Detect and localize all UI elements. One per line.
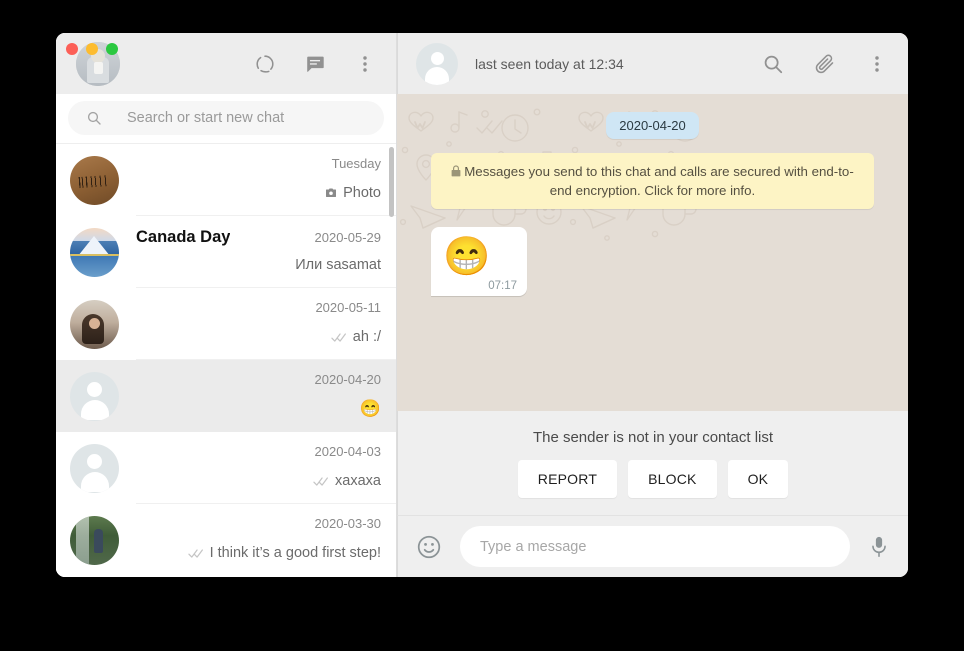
contact-info[interactable]: last seen today at 12:34 bbox=[475, 56, 624, 72]
menu-icon[interactable] bbox=[354, 53, 376, 75]
search-icon[interactable] bbox=[762, 53, 784, 75]
message-row: 😁 07:17 bbox=[431, 227, 874, 296]
chat-preview: ah :/ bbox=[331, 329, 381, 345]
chat-preview-text: Или sasamat bbox=[295, 257, 381, 273]
chat-time: 2020-05-29 bbox=[314, 230, 382, 245]
chat-preview-text: xaxaxa bbox=[335, 473, 381, 489]
message-text: 😁 bbox=[443, 236, 491, 278]
encryption-notice[interactable]: Messages you send to this chat and calls… bbox=[431, 153, 874, 209]
maximize-window-button[interactable] bbox=[106, 43, 118, 55]
double-check-icon bbox=[331, 332, 348, 343]
minimize-window-button[interactable] bbox=[86, 43, 98, 55]
double-check-icon bbox=[313, 476, 330, 487]
avatar bbox=[70, 443, 119, 493]
search-icon bbox=[86, 110, 102, 126]
close-window-button[interactable] bbox=[66, 43, 78, 55]
chat-time: 2020-05-11 bbox=[315, 300, 381, 315]
chat-preview-text: ah :/ bbox=[352, 329, 381, 345]
message-input-wrap[interactable] bbox=[460, 526, 850, 567]
camera-icon bbox=[324, 187, 338, 199]
new-chat-icon[interactable] bbox=[304, 53, 326, 75]
chat-time: 2020-04-20 bbox=[314, 372, 382, 387]
chat-list-item[interactable]: Canada Day 2020-05-29 Или sasamat bbox=[56, 216, 396, 288]
avatar bbox=[70, 371, 119, 421]
attach-icon[interactable] bbox=[814, 53, 836, 75]
ok-button[interactable]: OK bbox=[727, 460, 789, 498]
lock-icon bbox=[451, 165, 461, 177]
chat-preview: 😁 bbox=[360, 399, 381, 419]
unknown-sender-prompt: The sender is not in your contact list R… bbox=[397, 411, 908, 515]
chat-list[interactable]: Tuesday Photo Canada Day 2020-05-29 Или … bbox=[56, 143, 396, 577]
date-divider-wrap: 2020-04-20 bbox=[431, 112, 874, 139]
message-input[interactable] bbox=[478, 537, 832, 556]
chat-preview-text: Photo bbox=[343, 185, 381, 201]
message-time: 07:17 bbox=[488, 280, 517, 292]
avatar bbox=[70, 515, 119, 565]
search-input[interactable] bbox=[125, 109, 384, 127]
whatsapp-window: Tuesday Photo bbox=[56, 33, 908, 577]
conversation-header: last seen today at 12:34 bbox=[397, 33, 908, 94]
chat-list-item[interactable]: 2020-04-03 xaxaxa bbox=[56, 432, 396, 504]
chat-preview: Photo bbox=[324, 185, 381, 201]
search-area bbox=[56, 94, 396, 143]
block-button[interactable]: BLOCK bbox=[628, 460, 717, 498]
chat-list-item[interactable]: 2020-03-30 I think it’s a good first ste… bbox=[56, 504, 396, 576]
chat-list-item[interactable]: Tuesday Photo bbox=[56, 144, 396, 216]
message-composer bbox=[397, 515, 908, 577]
unknown-sender-buttons: REPORT BLOCK OK bbox=[398, 460, 908, 498]
smiley-icon[interactable] bbox=[416, 534, 442, 560]
double-check-icon bbox=[187, 548, 205, 559]
message-bubble[interactable]: 😁 07:17 bbox=[431, 227, 527, 296]
chat-list-scrollbar[interactable] bbox=[389, 147, 394, 217]
avatar bbox=[70, 227, 119, 277]
avatar bbox=[70, 155, 119, 205]
chat-time: 2020-03-30 bbox=[314, 516, 382, 531]
chat-list-item-selected[interactable]: 2020-04-20 😁 bbox=[56, 360, 396, 432]
contact-status: last seen today at 12:34 bbox=[475, 55, 624, 72]
chat-preview: xaxaxa bbox=[313, 473, 381, 489]
menu-icon[interactable] bbox=[866, 53, 888, 75]
search-box[interactable] bbox=[68, 101, 384, 135]
conversation-header-actions bbox=[762, 53, 894, 75]
status-icon[interactable] bbox=[254, 53, 276, 75]
chat-preview-text: I think it’s a good first step! bbox=[209, 545, 381, 561]
contact-avatar[interactable] bbox=[416, 42, 458, 85]
unknown-sender-text: The sender is not in your contact list bbox=[532, 429, 774, 446]
window-controls bbox=[66, 43, 118, 55]
chat-preview: I think it’s a good first step! bbox=[187, 545, 381, 561]
chat-preview: Или sasamat bbox=[295, 257, 381, 273]
avatar bbox=[70, 299, 119, 349]
sidebar-header-actions bbox=[254, 53, 382, 75]
chat-name: Canada Day bbox=[136, 228, 231, 246]
microphone-icon[interactable] bbox=[868, 534, 890, 560]
date-divider: 2020-04-20 bbox=[606, 112, 699, 139]
chat-time: 2020-04-03 bbox=[314, 444, 382, 459]
encryption-notice-text: Messages you send to this chat and calls… bbox=[464, 164, 854, 198]
chat-list-item[interactable]: 2020-05-11 ah :/ bbox=[56, 288, 396, 360]
chat-time: Tuesday bbox=[331, 156, 381, 171]
message-list[interactable]: 2020-04-20 Messages you send to this cha… bbox=[397, 94, 908, 411]
chat-preview-text: 😁 bbox=[359, 399, 381, 418]
conversation-panel: last seen today at 12:34 2020-04-20 Mess… bbox=[397, 33, 908, 577]
report-button[interactable]: REPORT bbox=[517, 460, 618, 498]
sidebar: Tuesday Photo bbox=[56, 33, 397, 577]
